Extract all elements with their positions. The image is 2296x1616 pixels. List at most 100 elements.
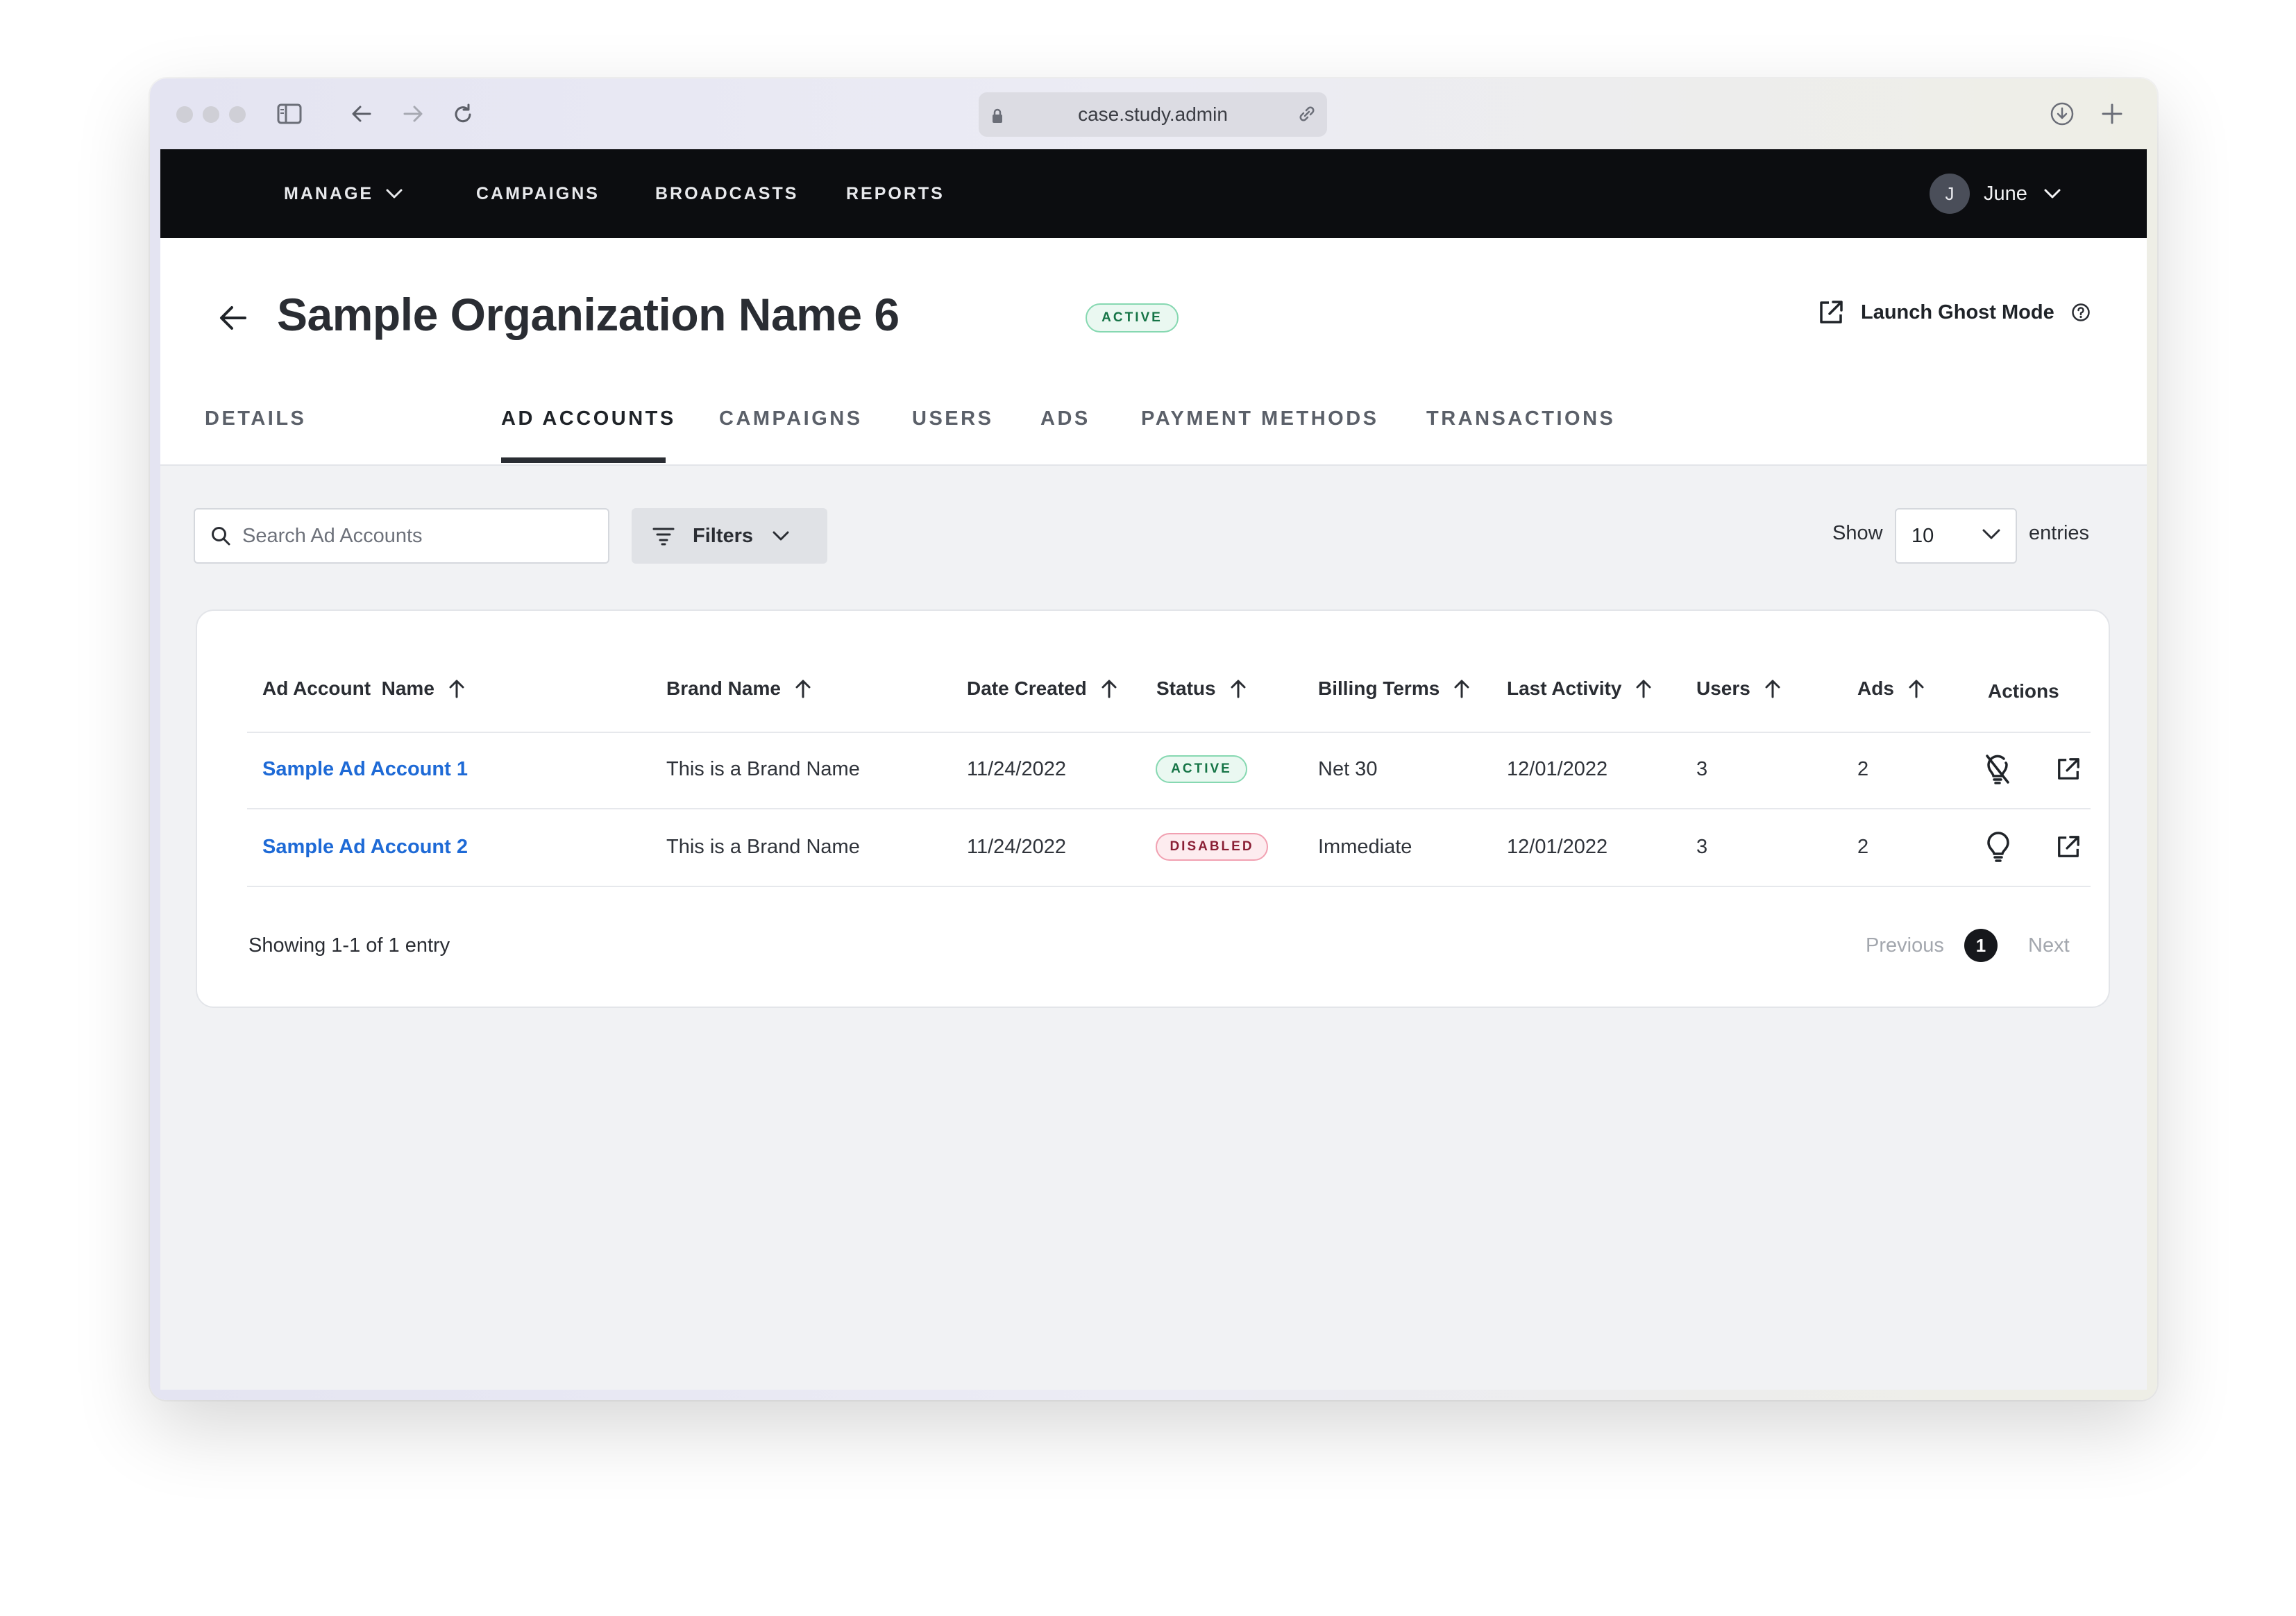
launch-ghost-mode-button[interactable]: Launch Ghost Mode bbox=[1818, 299, 2091, 326]
avatar: J bbox=[1930, 174, 1970, 214]
search-input[interactable] bbox=[242, 524, 589, 548]
users-count-cell: 3 bbox=[1696, 758, 1708, 780]
nav-reports[interactable]: REPORTS bbox=[846, 149, 945, 238]
date-created-cell: 11/24/2022 bbox=[967, 836, 1066, 858]
last-activity-cell: 12/01/2022 bbox=[1507, 836, 1608, 858]
column-header-label: Ads bbox=[1857, 677, 1894, 699]
column-header-label: Ad Account Name bbox=[262, 677, 434, 699]
search-icon bbox=[212, 527, 230, 546]
search-box[interactable] bbox=[194, 508, 609, 564]
page-size-value: 10 bbox=[1911, 524, 1934, 547]
billing-terms-cell: Immediate bbox=[1318, 836, 1412, 858]
nav-campaigns[interactable]: CAMPAIGNS bbox=[476, 149, 600, 238]
column-header-label: Last Activity bbox=[1507, 677, 1622, 699]
new-tab-icon[interactable] bbox=[2096, 98, 2128, 130]
entries-summary: Showing 1-1 of 1 entry bbox=[248, 934, 450, 957]
column-header-ad-account-name[interactable]: Ad Account Name bbox=[262, 677, 465, 700]
chevron-down-icon bbox=[2044, 189, 2061, 199]
tab-transactions[interactable]: TRANSACTIONS bbox=[1426, 407, 1615, 430]
column-header-label: Brand Name bbox=[666, 677, 781, 699]
open-external-icon[interactable] bbox=[2056, 757, 2081, 785]
tab-ads[interactable]: ADS bbox=[1040, 407, 1090, 430]
column-header-actions: Actions bbox=[1988, 680, 2059, 702]
sidebar-toggle-icon[interactable] bbox=[273, 98, 305, 130]
lock-icon bbox=[991, 106, 1004, 128]
column-header-status[interactable]: Status bbox=[1156, 677, 1247, 700]
close-window-button[interactable] bbox=[176, 106, 193, 123]
filter-icon bbox=[652, 528, 675, 546]
launch-ghost-mode-label: Launch Ghost Mode bbox=[1861, 301, 2054, 323]
filters-label: Filters bbox=[693, 524, 754, 547]
url-text: case.study.admin bbox=[1078, 103, 1228, 125]
lightbulb-icon[interactable] bbox=[1986, 832, 2010, 866]
show-label: Show bbox=[1832, 522, 1883, 544]
sort-arrow-up-icon bbox=[1636, 680, 1651, 698]
column-header-last-activity[interactable]: Last Activity bbox=[1507, 677, 1652, 700]
billing-terms-cell: Net 30 bbox=[1318, 758, 1378, 780]
back-icon[interactable] bbox=[346, 98, 378, 130]
nav-manage[interactable]: MANAGE bbox=[284, 149, 403, 238]
status-badge: DISABLED bbox=[1156, 833, 1268, 861]
next-page-button[interactable]: Next bbox=[2028, 934, 2070, 957]
column-header-date-created[interactable]: Date Created bbox=[967, 677, 1117, 700]
zoom-window-button[interactable] bbox=[229, 106, 246, 123]
column-header-label: Date Created bbox=[967, 677, 1087, 699]
page-header: Sample Organization Name 6 ACTIVE Launch… bbox=[160, 238, 2147, 466]
user-name: June bbox=[1984, 182, 2027, 205]
sort-arrow-up-icon bbox=[1454, 680, 1469, 698]
brand-name-cell: This is a Brand Name bbox=[666, 758, 860, 780]
filters-button[interactable]: Filters bbox=[632, 508, 827, 564]
column-header-brand-name[interactable]: Brand Name bbox=[666, 677, 811, 700]
chevron-down-icon bbox=[386, 189, 403, 199]
last-activity-cell: 12/01/2022 bbox=[1507, 758, 1608, 780]
users-count-cell: 3 bbox=[1696, 836, 1708, 858]
sort-arrow-up-icon bbox=[1765, 680, 1780, 698]
sort-arrow-up-icon bbox=[1101, 680, 1117, 698]
column-header-label: Status bbox=[1156, 677, 1216, 699]
column-header-billing-terms[interactable]: Billing Terms bbox=[1318, 677, 1470, 700]
column-header-label: Actions bbox=[1988, 680, 2059, 702]
share-link-icon[interactable] bbox=[1297, 103, 1317, 129]
help-icon[interactable] bbox=[2071, 303, 2091, 322]
reload-icon[interactable] bbox=[447, 98, 479, 130]
column-header-label: Billing Terms bbox=[1318, 677, 1440, 699]
ads-count-cell: 2 bbox=[1857, 836, 1869, 858]
open-external-icon[interactable] bbox=[2056, 834, 2081, 863]
active-tab-indicator bbox=[501, 457, 666, 463]
sort-arrow-up-icon bbox=[1909, 680, 1924, 698]
chevron-down-icon bbox=[773, 531, 789, 541]
ad-account-name-link[interactable]: Sample Ad Account 1 bbox=[262, 758, 468, 781]
previous-page-button[interactable]: Previous bbox=[1866, 934, 1944, 957]
top-navigation: MANAGE CAMPAIGNS BROADCASTS REPORTS J Ju… bbox=[160, 149, 2147, 238]
minimize-window-button[interactable] bbox=[203, 106, 219, 123]
lightbulb-off-icon[interactable] bbox=[1985, 754, 2010, 788]
sort-arrow-up-icon bbox=[795, 680, 811, 698]
page-size-select[interactable]: 10 bbox=[1895, 508, 2017, 564]
browser-toolbar: case.study.admin bbox=[150, 78, 2157, 149]
nav-manage-label: MANAGE bbox=[284, 183, 374, 203]
row-divider bbox=[247, 808, 2091, 809]
current-page-button[interactable]: 1 bbox=[1964, 929, 1998, 962]
tab-details[interactable]: DETAILS bbox=[205, 407, 306, 430]
user-menu[interactable]: J June bbox=[1930, 173, 2061, 214]
column-header-users[interactable]: Users bbox=[1696, 677, 1781, 700]
back-arrow-icon[interactable] bbox=[219, 305, 248, 335]
address-bar[interactable]: case.study.admin bbox=[979, 92, 1327, 137]
tab-payment-methods[interactable]: PAYMENT METHODS bbox=[1141, 407, 1379, 430]
column-header-ads[interactable]: Ads bbox=[1857, 677, 1925, 700]
ad-account-name-link[interactable]: Sample Ad Account 2 bbox=[262, 836, 468, 859]
tab-campaigns[interactable]: CAMPAIGNS bbox=[719, 407, 863, 430]
organization-status-badge: ACTIVE bbox=[1086, 303, 1179, 333]
forward-icon[interactable] bbox=[397, 98, 429, 130]
table-header-divider bbox=[247, 732, 2091, 733]
tab-users[interactable]: USERS bbox=[912, 407, 993, 430]
nav-broadcasts[interactable]: BROADCASTS bbox=[655, 149, 798, 238]
sort-arrow-up-icon bbox=[449, 680, 464, 698]
row-divider bbox=[247, 886, 2091, 887]
downloads-icon[interactable] bbox=[2046, 98, 2078, 130]
entries-label: entries bbox=[2029, 522, 2090, 544]
ads-count-cell: 2 bbox=[1857, 758, 1869, 780]
tab-ad-accounts[interactable]: AD ACCOUNTS bbox=[501, 407, 676, 430]
external-link-icon bbox=[1820, 301, 1843, 323]
brand-name-cell: This is a Brand Name bbox=[666, 836, 860, 858]
